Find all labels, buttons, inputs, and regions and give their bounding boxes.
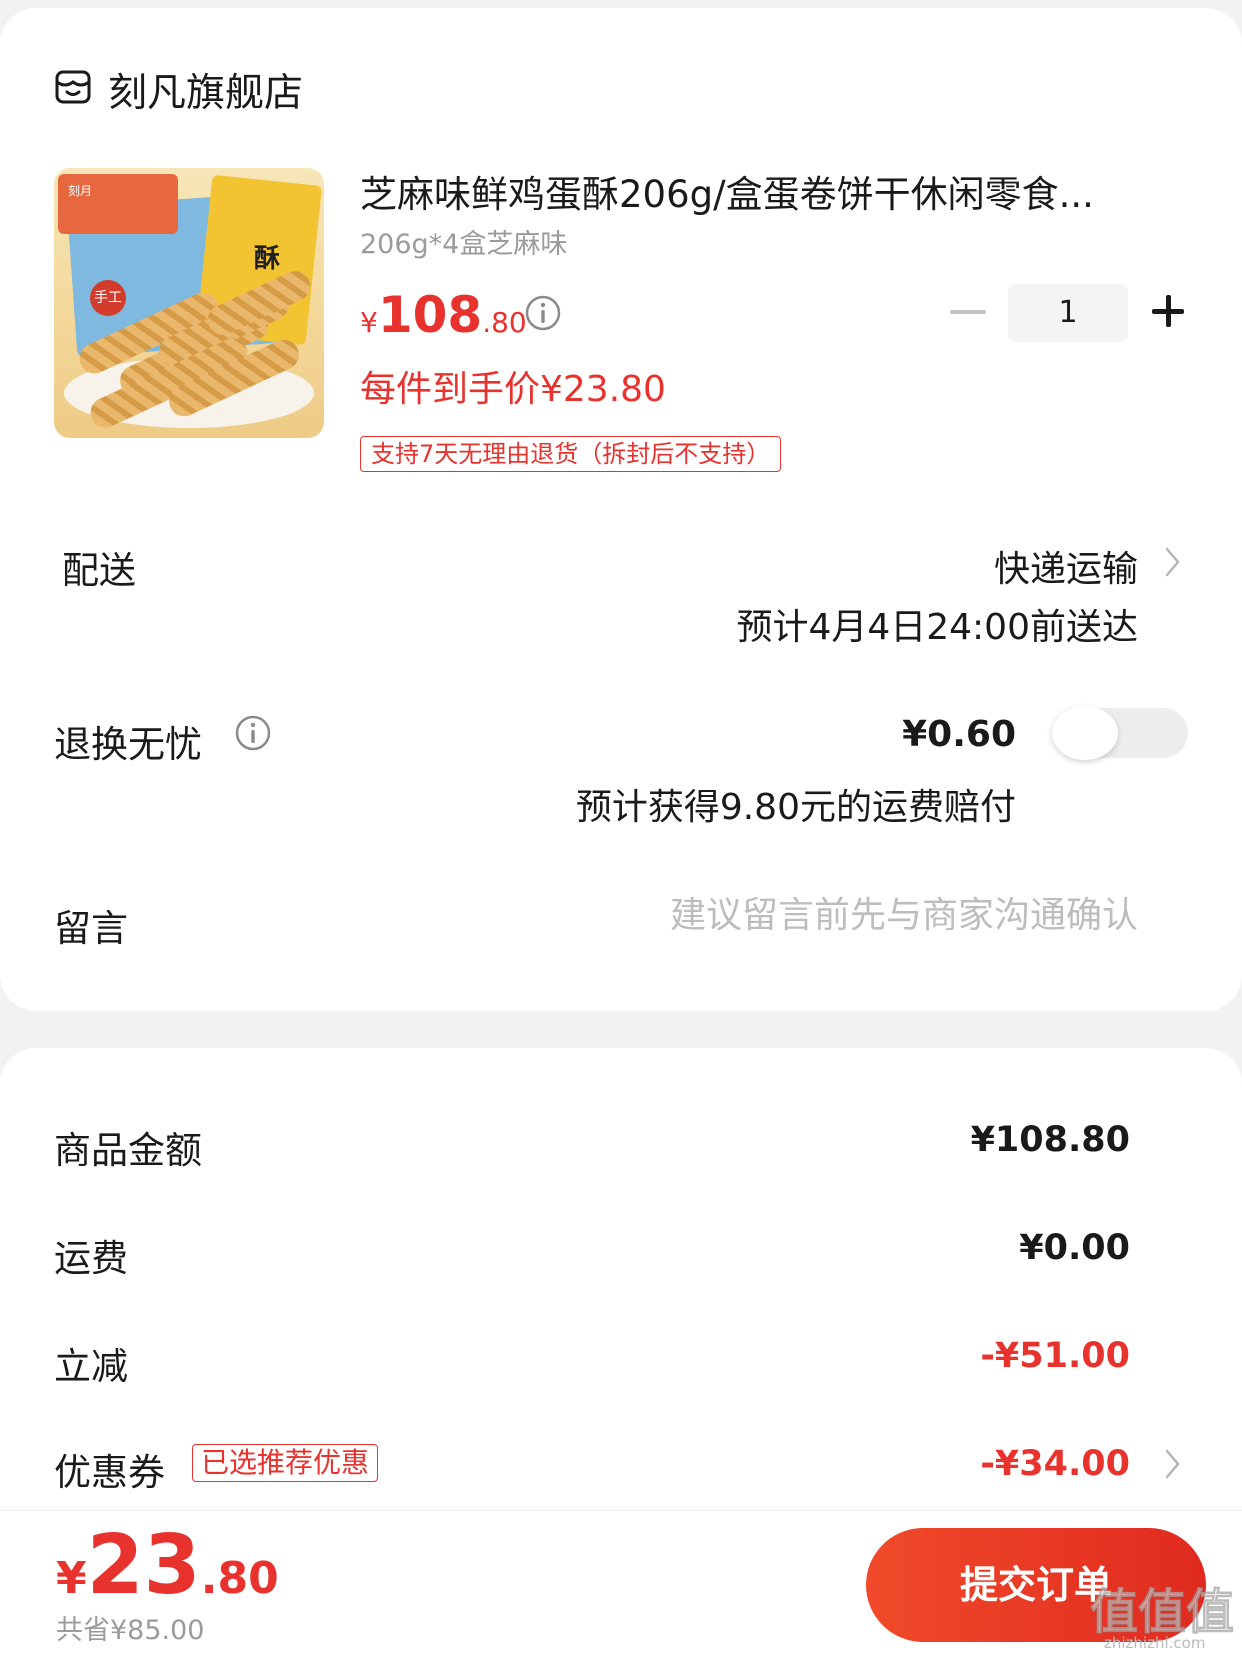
return-policy-tag: 支持7天无理由退货（拆封后不支持） [360, 436, 782, 472]
delivery-label: 配送 [62, 549, 136, 592]
goods-amount-value: ¥108.80 [970, 1120, 1130, 1160]
watermark: 值值值 [1089, 1584, 1235, 1641]
goods-amount-label: 商品金额 [54, 1129, 202, 1172]
instant-discount-value: -¥51.00 [980, 1336, 1130, 1376]
store-icon [55, 70, 91, 104]
return-insurance-price: ¥0.60 [902, 714, 1016, 755]
chevron-right-icon[interactable] [1164, 1448, 1182, 1480]
order-item-card [0, 8, 1242, 1011]
product-thumbnail[interactable]: 刻月 酥 手工 [54, 168, 324, 438]
decrease-quantity-button[interactable] [950, 310, 986, 314]
total-saved: 共省¥85.00 [56, 1615, 205, 1646]
delivery-eta: 预计4月4日24:00前送达 [736, 607, 1138, 648]
delivery-method[interactable]: 快递运输 [994, 540, 1138, 592]
chevron-right-icon[interactable] [1164, 546, 1182, 578]
coupon-label[interactable]: 优惠券 [54, 1442, 165, 1496]
plus-icon[interactable] [1166, 295, 1171, 327]
info-icon[interactable] [524, 294, 562, 332]
per-item-price: 每件到手价¥23.80 [360, 369, 666, 410]
shipping-fee-value: ¥0.00 [1019, 1228, 1130, 1268]
flavor-label: 酥 [254, 244, 281, 274]
message-label: 留言 [54, 907, 128, 950]
product-spec[interactable]: 206g*4盒芝麻味 [360, 222, 567, 261]
info-icon[interactable] [234, 714, 272, 752]
product-price: ¥108.80 [360, 286, 527, 344]
toggle-knob[interactable] [1052, 706, 1118, 760]
instant-discount-label: 立减 [54, 1345, 128, 1388]
product-title[interactable]: 芝麻味鲜鸡蛋酥206g/盒蛋卷饼干休闲零食... [360, 164, 1094, 218]
handmade-stamp: 手工 [90, 280, 126, 316]
watermark-url: zhizhizhi.com [1104, 1634, 1206, 1652]
brand-label: 刻月 [68, 184, 93, 198]
total-price: ¥23.80 [56, 1518, 279, 1613]
store-name[interactable]: 刻凡旗舰店 [108, 62, 303, 118]
shipping-fee-label: 运费 [54, 1237, 128, 1280]
coupon-value[interactable]: -¥34.00 [980, 1444, 1130, 1484]
message-input[interactable] [578, 895, 1138, 936]
return-insurance-note: 预计获得9.80元的运费赔付 [575, 787, 1016, 828]
return-insurance-label: 退换无忧 [54, 723, 202, 766]
quantity-field[interactable]: 1 [1008, 284, 1128, 342]
coupon-tag[interactable]: 已选推荐优惠 [192, 1444, 379, 1482]
